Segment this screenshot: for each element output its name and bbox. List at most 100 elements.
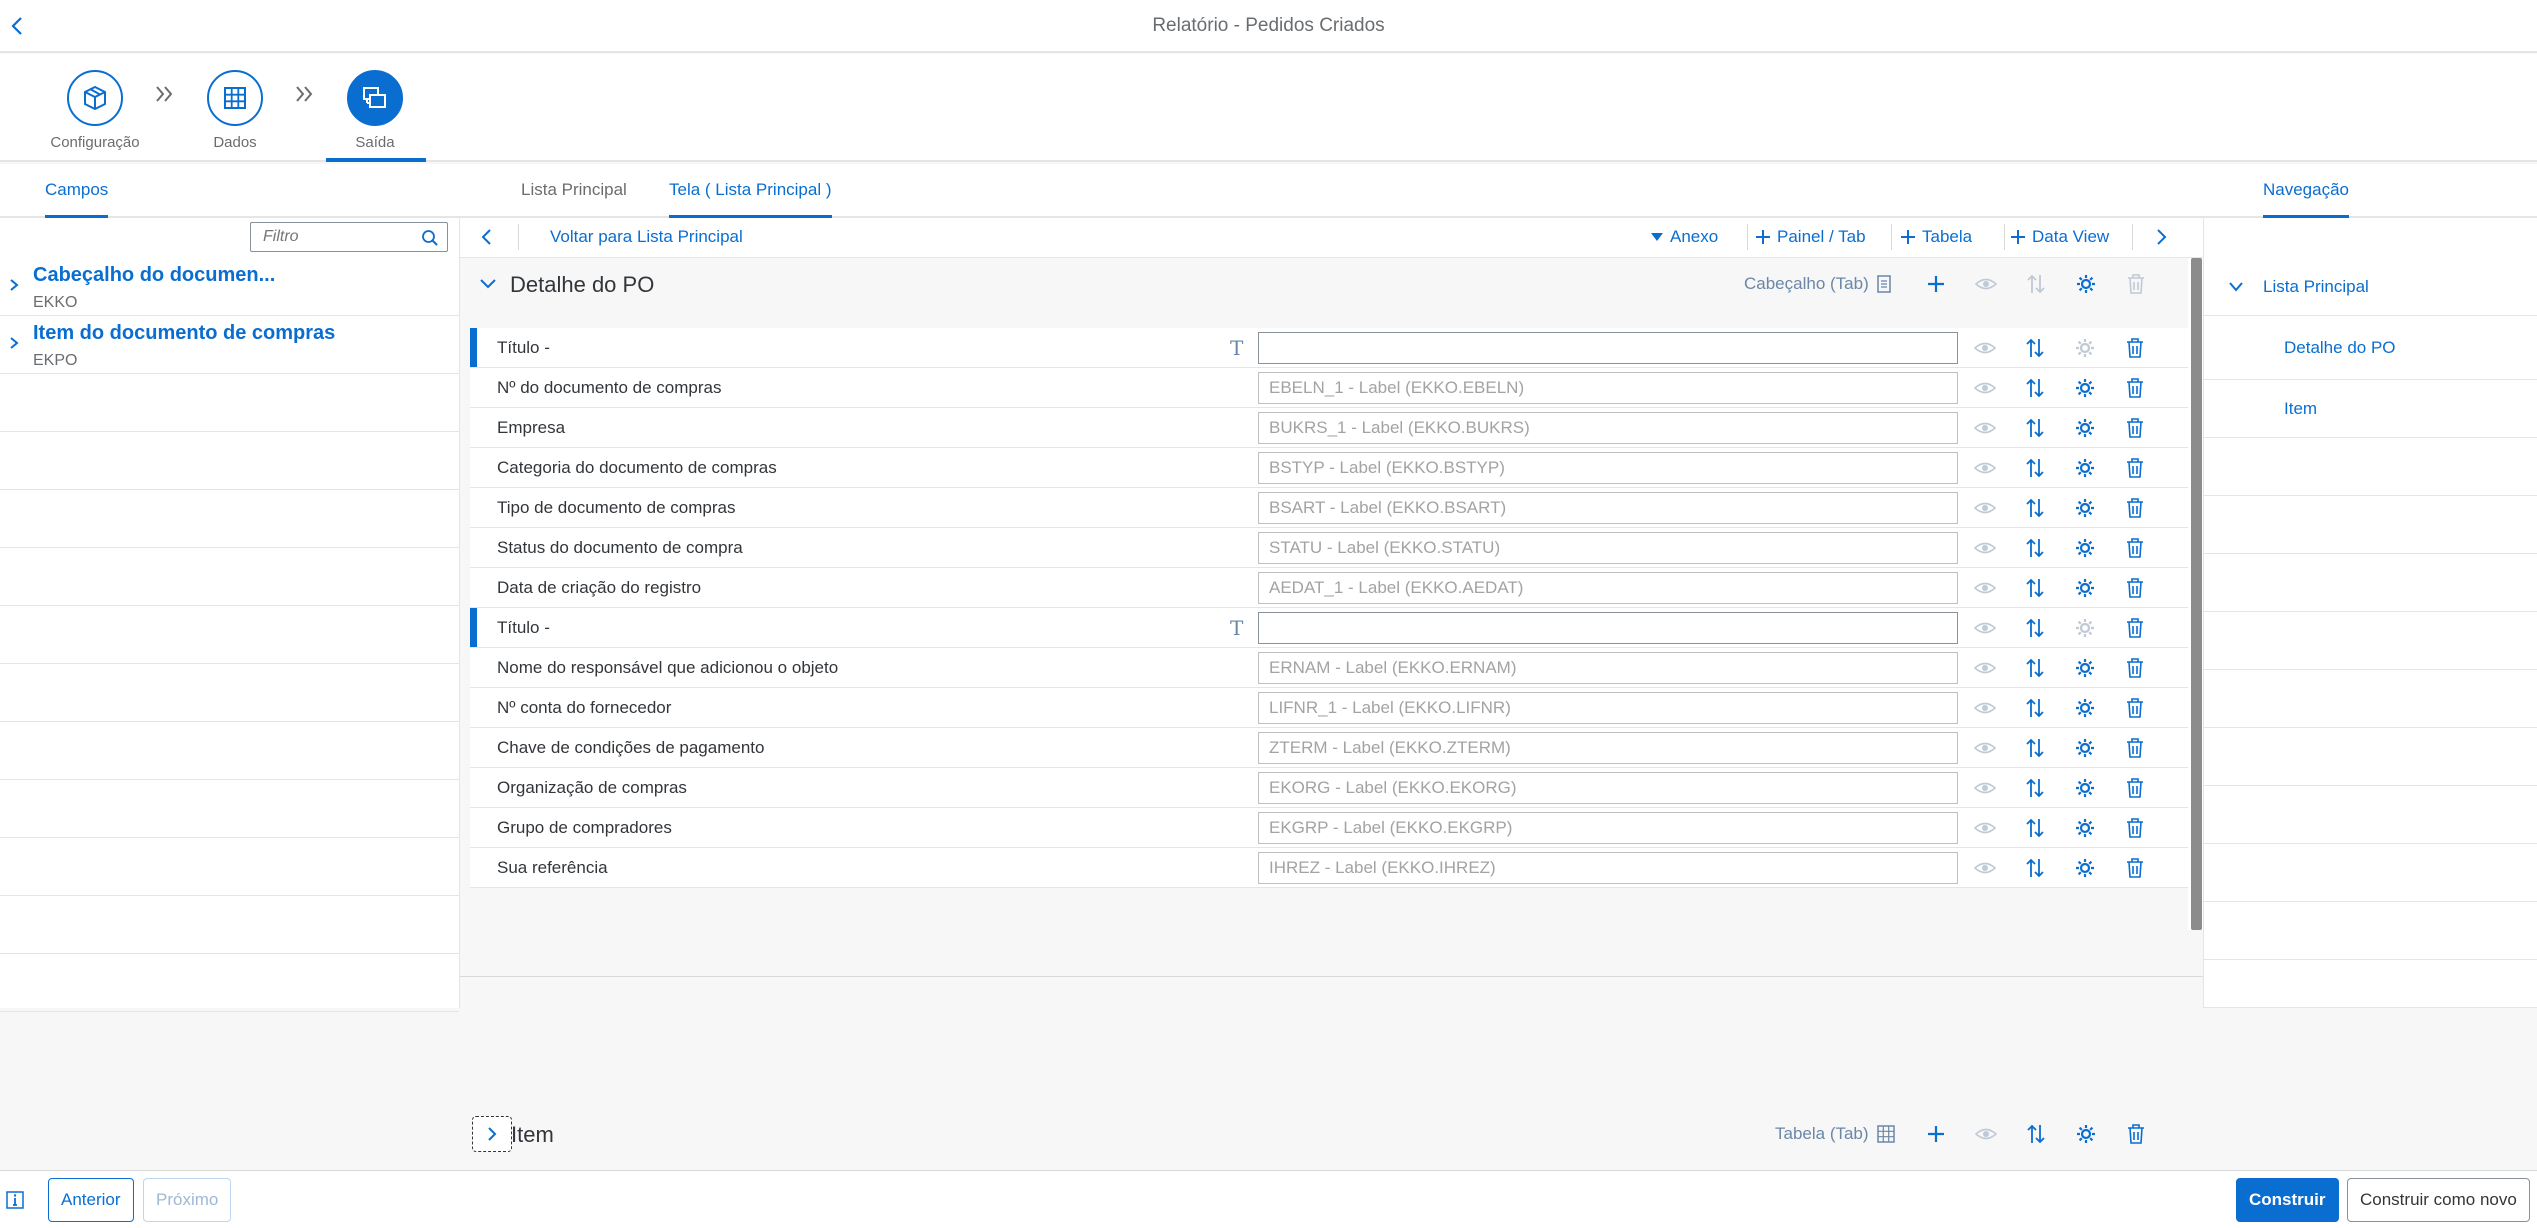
sort-button[interactable]	[2017, 770, 2053, 806]
sort-button[interactable]	[2017, 530, 2053, 566]
field-label-input[interactable]	[1258, 412, 1958, 444]
sort-button[interactable]	[2017, 330, 2053, 366]
nav-item-detalhe-do-po[interactable]: Detalhe do PO	[2204, 316, 2537, 380]
visibility-button[interactable]	[1967, 850, 2003, 886]
proximo-button[interactable]: Próximo	[143, 1178, 232, 1222]
visibility-button[interactable]	[1967, 370, 2003, 406]
visibility-button[interactable]	[1967, 610, 2003, 646]
delete-button[interactable]	[2117, 650, 2153, 686]
wizard-step-saida[interactable]: Saída	[320, 70, 430, 151]
sort-button[interactable]	[2017, 370, 2053, 406]
visibility-button[interactable]	[1967, 730, 2003, 766]
field-row[interactable]: Empresa	[470, 408, 2188, 448]
nav-item-lista-principal[interactable]: Lista Principal	[2204, 258, 2537, 316]
sort-button[interactable]	[2017, 810, 2053, 846]
settings-button[interactable]	[2067, 610, 2103, 646]
delete-button[interactable]	[2117, 610, 2153, 646]
settings-button[interactable]	[2067, 770, 2103, 806]
settings-button[interactable]	[2067, 570, 2103, 606]
sort-button[interactable]	[2017, 690, 2053, 726]
field-row[interactable]: Nº conta do fornecedor	[470, 688, 2188, 728]
field-group-ekko[interactable]: Cabeçalho do documen... EKKO	[0, 258, 459, 316]
tab-navegacao[interactable]: Navegação	[2263, 164, 2350, 218]
visibility-button[interactable]	[1968, 266, 2004, 302]
filter-field[interactable]	[250, 222, 448, 252]
field-row[interactable]: Status do documento de compra	[470, 528, 2188, 568]
field-label-input[interactable]	[1258, 732, 1958, 764]
delete-button[interactable]	[2117, 330, 2153, 366]
add-panel-tab-button[interactable]: Painel / Tab	[1755, 218, 1866, 256]
delete-button[interactable]	[2117, 730, 2153, 766]
visibility-button[interactable]	[1967, 330, 2003, 366]
collapse-section-button[interactable]	[470, 266, 506, 302]
delete-button[interactable]	[2117, 530, 2153, 566]
visibility-button[interactable]	[1967, 450, 2003, 486]
anexo-button[interactable]: Anexo	[1650, 218, 1718, 256]
field-label-input[interactable]	[1258, 812, 1958, 844]
title-input[interactable]	[1258, 332, 1958, 364]
settings-button[interactable]	[2067, 490, 2103, 526]
field-row[interactable]: Categoria do documento de compras	[470, 448, 2188, 488]
visibility-button[interactable]	[1967, 650, 2003, 686]
visibility-button[interactable]	[1968, 1116, 2004, 1152]
field-row[interactable]: Nome do responsável que adicionou o obje…	[470, 648, 2188, 688]
expand-item-button[interactable]	[472, 1116, 512, 1152]
title-row[interactable]: Título - T	[470, 328, 2188, 368]
delete-button[interactable]	[2118, 266, 2154, 302]
delete-button[interactable]	[2117, 450, 2153, 486]
field-label-input[interactable]	[1258, 492, 1958, 524]
field-row[interactable]: Sua referência	[470, 848, 2188, 888]
field-row[interactable]: Nº do documento de compras	[470, 368, 2188, 408]
field-row[interactable]: Data de criação do registro	[470, 568, 2188, 608]
construir-button[interactable]: Construir	[2236, 1178, 2339, 1222]
field-group-ekpo[interactable]: Item do documento de compras EKPO	[0, 316, 459, 374]
wizard-step-configuracao[interactable]: Configuração	[40, 70, 150, 151]
nav-item-item[interactable]: Item	[2204, 380, 2537, 438]
title-input[interactable]	[1258, 612, 1958, 644]
field-label-input[interactable]	[1258, 852, 1958, 884]
settings-button[interactable]	[2067, 450, 2103, 486]
delete-button[interactable]	[2117, 690, 2153, 726]
anterior-button[interactable]: Anterior	[48, 1178, 134, 1222]
add-field-button[interactable]	[1918, 266, 1954, 302]
delete-button[interactable]	[2117, 410, 2153, 446]
field-label-input[interactable]	[1258, 452, 1958, 484]
visibility-button[interactable]	[1967, 410, 2003, 446]
field-label-input[interactable]	[1258, 692, 1958, 724]
sort-button[interactable]	[2018, 266, 2054, 302]
visibility-button[interactable]	[1967, 690, 2003, 726]
delete-button[interactable]	[2118, 1116, 2154, 1152]
delete-button[interactable]	[2117, 490, 2153, 526]
sort-button[interactable]	[2017, 490, 2053, 526]
info-button[interactable]	[6, 1191, 24, 1209]
sort-button[interactable]	[2017, 650, 2053, 686]
settings-button[interactable]	[2067, 410, 2103, 446]
visibility-button[interactable]	[1967, 530, 2003, 566]
add-table-button[interactable]: Tabela	[1900, 218, 1972, 256]
sort-button[interactable]	[2018, 1116, 2054, 1152]
settings-button[interactable]	[2068, 266, 2104, 302]
back-to-main-list-link[interactable]: Voltar para Lista Principal	[550, 218, 743, 256]
settings-button[interactable]	[2067, 650, 2103, 686]
tab-tela-lista-principal[interactable]: Tela ( Lista Principal )	[669, 164, 832, 218]
visibility-button[interactable]	[1967, 570, 2003, 606]
settings-button[interactable]	[2067, 850, 2103, 886]
add-data-view-button[interactable]: Data View	[2010, 218, 2109, 256]
settings-button[interactable]	[2067, 370, 2103, 406]
field-label-input[interactable]	[1258, 772, 1958, 804]
delete-button[interactable]	[2117, 810, 2153, 846]
scroll-right-button[interactable]	[2154, 218, 2168, 256]
settings-button[interactable]	[2068, 1116, 2104, 1152]
field-label-input[interactable]	[1258, 652, 1958, 684]
field-row[interactable]: Grupo de compradores	[470, 808, 2188, 848]
sort-button[interactable]	[2017, 450, 2053, 486]
settings-button[interactable]	[2067, 730, 2103, 766]
tab-lista-principal[interactable]: Lista Principal	[521, 164, 627, 218]
settings-button[interactable]	[2067, 690, 2103, 726]
sort-button[interactable]	[2017, 730, 2053, 766]
visibility-button[interactable]	[1967, 810, 2003, 846]
field-label-input[interactable]	[1258, 572, 1958, 604]
scrollbar-thumb[interactable]	[2191, 258, 2202, 930]
field-row[interactable]: Chave de condições de pagamento	[470, 728, 2188, 768]
settings-button[interactable]	[2067, 530, 2103, 566]
